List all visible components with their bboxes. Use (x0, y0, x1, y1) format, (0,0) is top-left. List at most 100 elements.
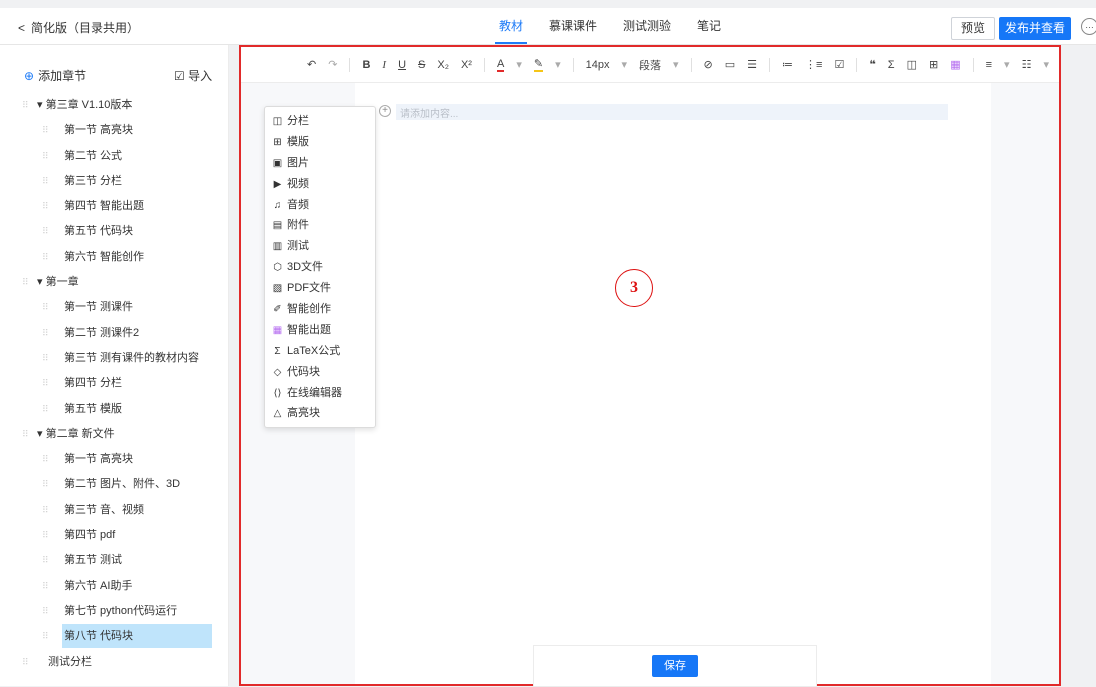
menu-item-attachment[interactable]: ▤ 附件 (265, 215, 375, 236)
preview-button[interactable]: 预览 (951, 17, 995, 40)
tree-section[interactable]: ⠿ 第七节 python代码运行 (0, 599, 228, 624)
chevron-down-icon[interactable]: ▾ (1043, 58, 1049, 71)
drag-handle-icon[interactable]: ⠿ (42, 169, 49, 194)
tree-section[interactable]: ⠿ 第三节 音、视频 (0, 498, 228, 523)
comment-icon[interactable]: ▭ (725, 58, 735, 71)
tab-tests[interactable]: 测试测验 (610, 8, 684, 44)
underline-icon[interactable]: U (398, 59, 406, 71)
drag-handle-icon[interactable]: ⠿ (42, 295, 49, 320)
smart-question-icon[interactable]: ▦ (950, 58, 960, 71)
chevron-down-icon[interactable]: ▾ (673, 58, 679, 71)
menu-item-pdf-file[interactable]: ▧ PDF文件 (265, 278, 375, 299)
ordered-list-icon[interactable]: ⋮≡ (805, 58, 822, 71)
tab-mooc-courseware[interactable]: 慕课课件 (536, 8, 610, 44)
menu-item-smart-create[interactable]: ✐ 智能创作 (265, 299, 375, 320)
tree-chapter[interactable]: ⠿ ▾ 第二章 新文件 (0, 422, 228, 447)
drag-handle-icon[interactable]: ⠿ (42, 472, 49, 497)
tree-section[interactable]: ⠿ 第一节 高亮块 (0, 118, 228, 143)
expand-arrow-icon[interactable]: ▾ (37, 99, 46, 111)
line-height-icon[interactable]: ☷ (1022, 58, 1032, 71)
bullet-list-icon[interactable]: ≔ (782, 58, 793, 71)
drag-handle-icon[interactable]: ⠿ (22, 422, 29, 447)
column-icon[interactable]: ◫ (907, 58, 917, 71)
chevron-down-icon[interactable]: ▾ (621, 58, 627, 71)
tab-notes[interactable]: 笔记 (684, 8, 734, 44)
drag-handle-icon[interactable]: ⠿ (42, 194, 49, 219)
menu-item-latex[interactable]: Σ LaTeX公式 (265, 341, 375, 362)
menu-item-smart-question[interactable]: ▦ 智能出题 (265, 320, 375, 341)
drag-handle-icon[interactable]: ⠿ (42, 321, 49, 346)
drag-handle-icon[interactable]: ⠿ (42, 245, 49, 270)
tree-section[interactable]: ⠿ 第三节 分栏 (0, 169, 228, 194)
tree-section[interactable]: ⠿ 第二节 图片、附件、3D (0, 472, 228, 497)
drag-handle-icon[interactable]: ⠿ (42, 574, 49, 599)
table-icon[interactable]: ⊞ (929, 58, 938, 71)
tree-section[interactable]: ⠿ 第一节 测课件 (0, 295, 228, 320)
import-button[interactable]: ☑ 导入 (174, 67, 212, 84)
publish-button[interactable]: 发布并查看 (999, 17, 1071, 40)
menu-item-code-block[interactable]: ◇ 代码块 (265, 362, 375, 383)
menu-item-test[interactable]: ▥ 测试 (265, 236, 375, 257)
task-list-icon[interactable]: ☑ (834, 58, 844, 71)
drag-handle-icon[interactable]: ⠿ (42, 523, 49, 548)
undo-icon[interactable]: ↶ (307, 58, 316, 71)
menu-item-image[interactable]: ▣ 图片 (265, 153, 375, 174)
tree-section[interactable]: ⠿ 第四节 分栏 (0, 371, 228, 396)
drag-handle-icon[interactable]: ⠿ (42, 219, 49, 244)
drag-handle-icon[interactable]: ⠿ (42, 624, 49, 649)
drag-handle-icon[interactable]: ⠿ (42, 371, 49, 396)
tree-section[interactable]: ⠿ 第二节 公式 (0, 144, 228, 169)
superscript-icon[interactable]: X² (461, 59, 472, 71)
more-icon[interactable]: … (1081, 18, 1096, 35)
highlight-pen-icon[interactable]: ✎ (533, 57, 544, 72)
menu-item-columns[interactable]: ◫ 分栏 (265, 111, 375, 132)
drag-handle-icon[interactable]: ⠿ (22, 650, 29, 675)
add-block-icon[interactable]: + (379, 105, 391, 117)
content-input-line[interactable] (396, 104, 948, 120)
save-button[interactable]: 保存 (652, 655, 698, 677)
font-color-icon[interactable]: A (496, 58, 505, 72)
editor-paper[interactable] (355, 83, 991, 684)
link-icon[interactable]: ⊘ (704, 58, 713, 71)
quote-icon[interactable]: ❝ (869, 58, 875, 71)
menu-item-video[interactable]: ▶ 视频 (265, 174, 375, 195)
italic-icon[interactable]: I (382, 59, 386, 71)
menu-item-3d-file[interactable]: ⬡ 3D文件 (265, 257, 375, 278)
strikethrough-icon[interactable]: S (418, 59, 425, 71)
align-icon[interactable]: ≡ (986, 59, 992, 71)
tab-textbook[interactable]: 教材 (486, 8, 536, 44)
drag-handle-icon[interactable]: ⠿ (42, 397, 49, 422)
divider-block-icon[interactable]: ☰ (747, 58, 757, 71)
chevron-down-icon[interactable]: ▾ (1004, 58, 1010, 71)
drag-handle-icon[interactable]: ⠿ (42, 498, 49, 523)
tree-section[interactable]: ⠿ 第三节 测有课件的教材内容 (0, 346, 228, 371)
back-link[interactable]: < 简化版（目录共用） (18, 19, 139, 36)
tree-section[interactable]: ⠿ 第六节 AI助手 (0, 574, 228, 599)
font-size-select[interactable]: 14px (586, 59, 610, 71)
drag-handle-icon[interactable]: ⠿ (42, 144, 49, 169)
tree-section[interactable]: ⠿ 第一节 高亮块 (0, 447, 228, 472)
tree-section[interactable]: ⠿ 第六节 智能创作 (0, 245, 228, 270)
menu-item-online-editor[interactable]: ⟨⟩ 在线编辑器 (265, 383, 375, 404)
tree-chapter[interactable]: ⠿ 测试分栏 (0, 650, 228, 675)
subscript-icon[interactable]: X₂ (437, 59, 449, 71)
bold-icon[interactable]: B (362, 59, 370, 71)
drag-handle-icon[interactable]: ⠿ (42, 599, 49, 624)
menu-item-template[interactable]: ⊞ 模版 (265, 132, 375, 153)
drag-handle-icon[interactable]: ⠿ (42, 346, 49, 371)
paragraph-select[interactable]: 段落 (639, 57, 661, 73)
drag-handle-icon[interactable]: ⠿ (42, 447, 49, 472)
tree-section-selected[interactable]: ⠿ 第八节 代码块 (0, 624, 228, 649)
tree-section[interactable]: ⠿ 第四节 智能出题 (0, 194, 228, 219)
tree-section[interactable]: ⠿ 第二节 测课件2 (0, 321, 228, 346)
tree-chapter[interactable]: ⠿ ▾ 第一章 (0, 270, 228, 295)
drag-handle-icon[interactable]: ⠿ (22, 93, 29, 118)
tree-section[interactable]: ⠿ 第五节 代码块 (0, 219, 228, 244)
chevron-down-icon[interactable]: ▾ (516, 58, 522, 71)
expand-arrow-icon[interactable]: ▾ (37, 276, 46, 288)
redo-icon[interactable]: ↷ (328, 58, 337, 71)
tree-section[interactable]: ⠿ 第五节 模版 (0, 397, 228, 422)
drag-handle-icon[interactable]: ⠿ (42, 118, 49, 143)
drag-handle-icon[interactable]: ⠿ (22, 270, 29, 295)
tree-section[interactable]: ⠿ 第四节 pdf (0, 523, 228, 548)
